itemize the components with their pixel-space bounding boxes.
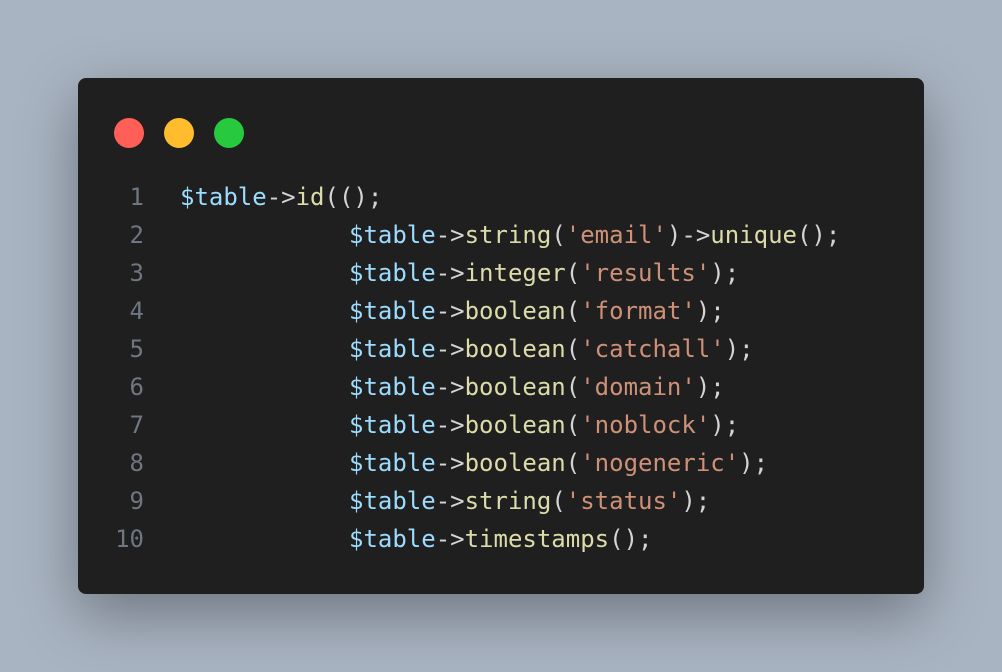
paren-token: ( bbox=[565, 373, 581, 401]
variable-token: $table bbox=[349, 259, 436, 287]
line-number: 1 bbox=[129, 183, 144, 211]
function-token: string bbox=[464, 221, 552, 249]
variable-token: $table bbox=[349, 449, 436, 477]
string-token: 'format' bbox=[580, 297, 696, 325]
string-token: 'noblock' bbox=[580, 411, 711, 439]
function-token: boolean bbox=[464, 449, 566, 477]
paren-token: ); bbox=[623, 525, 653, 553]
arrow-token: -> bbox=[435, 487, 465, 515]
paren-token: ( bbox=[565, 297, 581, 325]
arrow-token: -> bbox=[681, 221, 711, 249]
paren-token: ( bbox=[565, 449, 581, 477]
code-content: $table->integer('results'); bbox=[349, 254, 739, 292]
string-token: 'nogeneric' bbox=[580, 449, 740, 477]
maximize-dot-icon[interactable] bbox=[214, 118, 244, 148]
paren-token: ( bbox=[551, 487, 566, 515]
paren-token: ( bbox=[565, 259, 581, 287]
paren-token: ( bbox=[609, 525, 624, 553]
line-number: 8 bbox=[129, 449, 144, 477]
code-line: 6 $table->boolean('domain'); bbox=[78, 368, 924, 406]
code-content: $table->string('status'); bbox=[349, 482, 710, 520]
variable-token: $table bbox=[349, 297, 436, 325]
code-window: 1 $table->id((); 2 $table->string('email')-… bbox=[78, 78, 924, 594]
variable-token: $table bbox=[349, 335, 436, 363]
paren-token: ( bbox=[324, 183, 339, 211]
code-content: $table->id((); bbox=[180, 178, 382, 216]
arrow-token: -> bbox=[435, 259, 465, 287]
string-token: 'domain' bbox=[580, 373, 696, 401]
paren-token: (); bbox=[796, 221, 841, 249]
line-number: 10 bbox=[115, 525, 144, 553]
string-token: 'email' bbox=[565, 221, 667, 249]
arrow-token: -> bbox=[266, 183, 296, 211]
function-token: string bbox=[464, 487, 552, 515]
function-token: timestamps bbox=[464, 525, 610, 553]
variable-token: $table bbox=[349, 221, 436, 249]
function-token: boolean bbox=[464, 411, 566, 439]
code-line: 9 $table->string('status'); bbox=[78, 482, 924, 520]
function-token: boolean bbox=[464, 297, 566, 325]
paren-token: ); bbox=[739, 449, 769, 477]
arrow-token: -> bbox=[435, 525, 465, 553]
code-content: $table->boolean('catchall'); bbox=[349, 330, 754, 368]
paren-token: ); bbox=[724, 335, 754, 363]
variable-token: $table bbox=[180, 183, 267, 211]
string-token: 'results' bbox=[580, 259, 711, 287]
close-dot-icon[interactable] bbox=[114, 118, 144, 148]
paren-token: (); bbox=[338, 183, 383, 211]
line-number: 4 bbox=[129, 297, 144, 325]
line-number: 9 bbox=[129, 487, 144, 515]
paren-token: ); bbox=[695, 373, 725, 401]
paren-token: ( bbox=[565, 335, 581, 363]
arrow-token: -> bbox=[435, 221, 465, 249]
paren-token: ); bbox=[710, 411, 740, 439]
arrow-token: -> bbox=[435, 449, 465, 477]
code-line: 8 $table->boolean('nogeneric'); bbox=[78, 444, 924, 482]
variable-token: $table bbox=[349, 411, 436, 439]
arrow-token: -> bbox=[435, 297, 465, 325]
line-number: 5 bbox=[129, 335, 144, 363]
code-content: $table->timestamps(); bbox=[349, 520, 652, 558]
paren-token: ); bbox=[710, 259, 740, 287]
code-content: $table->string('email')->unique(); bbox=[349, 216, 840, 254]
code-line: 7 $table->boolean('noblock'); bbox=[78, 406, 924, 444]
code-block: 1 $table->id((); 2 $table->string('email')-… bbox=[78, 178, 924, 558]
code-line: 5 $table->boolean('catchall'); bbox=[78, 330, 924, 368]
code-content: $table->boolean('format'); bbox=[349, 292, 725, 330]
line-number: 3 bbox=[129, 259, 144, 287]
variable-token: $table bbox=[349, 373, 436, 401]
paren-token: ); bbox=[681, 487, 711, 515]
string-token: 'catchall' bbox=[580, 335, 725, 363]
code-content: $table->boolean('noblock'); bbox=[349, 406, 739, 444]
code-line: 10 $table->timestamps(); bbox=[78, 520, 924, 558]
line-number: 7 bbox=[129, 411, 144, 439]
code-line: 3 $table->integer('results'); bbox=[78, 254, 924, 292]
paren-token: ( bbox=[551, 221, 566, 249]
code-line: 2 $table->string('email')->unique(); bbox=[78, 216, 924, 254]
arrow-token: -> bbox=[435, 373, 465, 401]
function-token: unique bbox=[710, 221, 797, 249]
minimize-dot-icon[interactable] bbox=[164, 118, 194, 148]
code-line: 4 $table->boolean('format'); bbox=[78, 292, 924, 330]
paren-token: ( bbox=[565, 411, 581, 439]
string-token: 'status' bbox=[565, 487, 682, 515]
function-token: boolean bbox=[464, 373, 566, 401]
variable-token: $table bbox=[349, 487, 436, 515]
line-number: 2 bbox=[129, 221, 144, 249]
code-line: 1 $table->id((); bbox=[78, 178, 924, 216]
arrow-token: -> bbox=[435, 411, 465, 439]
variable-token: $table bbox=[349, 525, 436, 553]
function-token: boolean bbox=[464, 335, 566, 363]
code-content: $table->boolean('domain'); bbox=[349, 368, 725, 406]
paren-token: ) bbox=[666, 221, 682, 249]
function-token: id bbox=[295, 183, 325, 211]
code-content: $table->boolean('nogeneric'); bbox=[349, 444, 768, 482]
function-token: integer bbox=[464, 259, 566, 287]
line-number: 6 bbox=[129, 373, 144, 401]
arrow-token: -> bbox=[435, 335, 465, 363]
paren-token: ); bbox=[695, 297, 725, 325]
